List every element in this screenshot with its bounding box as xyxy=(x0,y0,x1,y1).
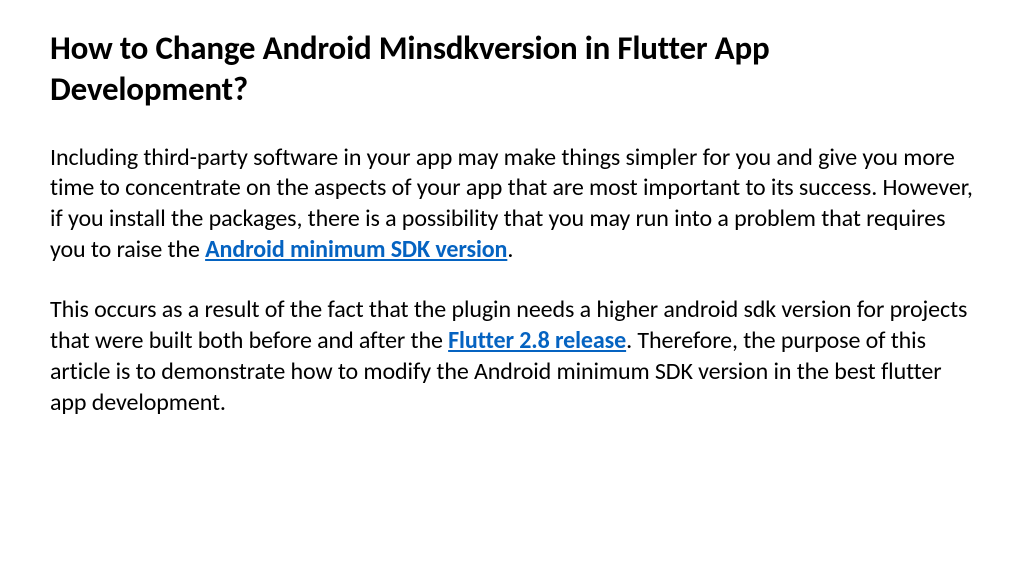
android-sdk-link[interactable]: Android minimum SDK version xyxy=(205,235,507,264)
intro-paragraph-1: Including third-party software in your a… xyxy=(50,143,974,266)
paragraph-text-after: . xyxy=(507,235,513,264)
intro-paragraph-2: This occurs as a result of the fact that… xyxy=(50,295,974,418)
page-title: How to Change Android Minsdkversion in F… xyxy=(50,28,974,111)
flutter-release-link[interactable]: Flutter 2.8 release xyxy=(448,326,626,355)
